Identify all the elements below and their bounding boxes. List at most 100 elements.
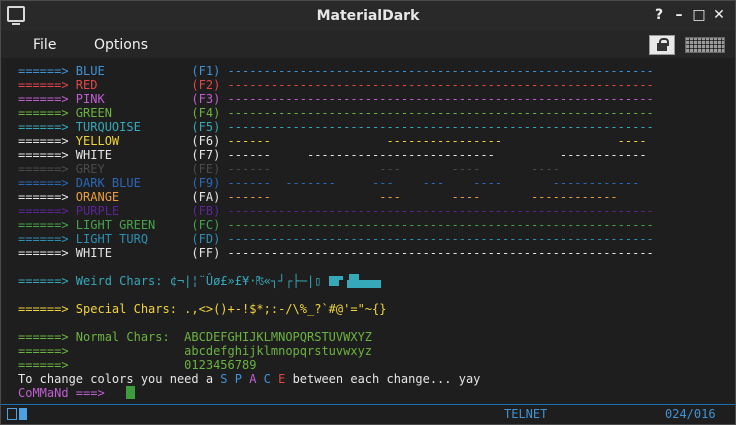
terminal-line: ======> DARK BLUE (F9) ------ ------- --…: [18, 176, 639, 190]
terminal-text: ======>: [18, 148, 76, 162]
terminal-line: ======> abcdefghijklmnopqrstuvwxyz: [18, 344, 372, 358]
block-graphics: [328, 274, 381, 291]
terminal-text: PINK: [75, 92, 192, 106]
terminal-window: MaterialDark ? – □ ✕ File Options ======…: [0, 0, 736, 425]
terminal-line: ======> TURQUOISE (F5) -----------------…: [18, 120, 654, 134]
terminal-text: ======>: [18, 190, 76, 204]
text-cursor: [126, 386, 136, 399]
terminal-line: ======> PURPLE (FB) --------------------…: [18, 204, 654, 218]
status-bar: TELNET 024/016: [1, 404, 735, 424]
terminal-text: Weird Chars:: [75, 274, 170, 288]
minimize-button[interactable]: –: [671, 7, 687, 23]
terminal-line: ======> Normal Chars: ABCDEFGHIJKLMNOPQR…: [18, 330, 372, 344]
terminal-text: DARK BLUE: [75, 176, 192, 190]
maximize-button[interactable]: □: [691, 7, 707, 23]
terminal-text: ----------------------------------------…: [227, 120, 654, 134]
terminal-text: Special Chars:: [75, 302, 185, 316]
terminal-text: ======>: [18, 204, 76, 218]
terminal-text: ------ --- ---- ----: [227, 162, 647, 176]
terminal-line: ======> GREY (FE) ------ --- ---- ----: [18, 162, 647, 176]
terminal-text: ----------------------------------------…: [227, 106, 654, 120]
lock-icon[interactable]: [649, 35, 675, 55]
terminal-line: To change colors you need a S P A C E be…: [18, 372, 480, 386]
terminal-line: ======> ORANGE (FA) ------ --- ---- ----…: [18, 190, 618, 204]
terminal-line: ======> BLUE (F1) ----------------------…: [18, 64, 654, 78]
terminal-text: ======>: [18, 274, 76, 288]
terminal-text: ORANGE: [75, 190, 192, 204]
terminal-text: (FF): [191, 246, 228, 260]
title-bar[interactable]: MaterialDark ? – □ ✕: [1, 1, 735, 31]
terminal-line: ======> RED (F2) -----------------------…: [18, 78, 654, 92]
terminal-text: (FB): [191, 204, 228, 218]
terminal-line: ======> 0123456789: [18, 358, 256, 372]
terminal-text: (FC): [191, 218, 228, 232]
terminal-text: C: [263, 372, 279, 386]
terminal-text: ----------------------------------------…: [227, 232, 654, 246]
terminal-text: YELLOW: [75, 134, 192, 148]
close-button[interactable]: ✕: [711, 7, 727, 23]
terminal-text: ----------------------------------------…: [227, 78, 654, 92]
terminal-text: (F1): [191, 64, 228, 78]
terminal-text: RED: [75, 78, 192, 92]
terminal-text: E: [278, 372, 293, 386]
terminal-text: between each change... yay: [292, 372, 481, 386]
terminal-text: ======>: [18, 330, 76, 344]
terminal-text: A: [249, 372, 264, 386]
terminal-line: ======> YELLOW (F6) ------ -------------…: [18, 134, 647, 148]
terminal-text: ¢¬|¦¨Ûø£»£¥·₧«┐┘┌├─|▯: [169, 274, 322, 288]
terminal-text: ======>: [18, 232, 76, 246]
terminal-text: (F2): [191, 78, 228, 92]
terminal-text: ======>: [18, 92, 76, 106]
terminal-text: To change colors you need a: [18, 372, 221, 386]
terminal-text: CoMMaNd ===>: [18, 386, 112, 400]
terminal-text: P: [234, 372, 250, 386]
menu-file[interactable]: File: [33, 37, 56, 53]
terminal-line: ======> PINK (F3) ----------------------…: [18, 92, 654, 106]
terminal-text: ------ ------- --- --- ---- ------------: [227, 176, 640, 190]
terminal-text: ------ -------------------------- ------…: [227, 148, 647, 162]
terminal-text: abcdefghijklmnopqrstuvwxyz: [184, 344, 373, 358]
connection-mode: TELNET: [504, 407, 548, 421]
terminal-text: ----------------------------------------…: [227, 204, 654, 218]
help-button[interactable]: ?: [651, 7, 667, 23]
terminal-text: .,<>()+-!$*;:-/\%_?`#@'="~{}: [184, 302, 387, 316]
terminal-text: ======>: [18, 358, 185, 372]
terminal-text: ======>: [18, 106, 76, 120]
menu-options[interactable]: Options: [94, 37, 148, 53]
terminal-text: ======>: [18, 176, 76, 190]
terminal-text: (F9): [191, 176, 228, 190]
terminal-text: (FA): [191, 190, 228, 204]
terminal-text: (F4): [191, 106, 228, 120]
terminal-text: GREY: [75, 162, 192, 176]
terminal-text: (F3): [191, 92, 228, 106]
terminal-line: ======> Weird Chars: ¢¬|¦¨Ûø£»£¥·₧«┐┘┌├─…: [18, 274, 381, 288]
terminal-line: CoMMaNd ===>: [18, 386, 136, 400]
terminal-text: ------ --- ---- ------------: [227, 190, 618, 204]
terminal-line: ======> GREEN (F4) ---------------------…: [18, 106, 654, 120]
terminal-text: (F6): [191, 134, 228, 148]
terminal-text: 0123456789: [184, 358, 257, 372]
terminal-text: BLUE: [75, 64, 192, 78]
terminal-screen[interactable]: ======> BLUE (F1) ----------------------…: [6, 58, 730, 404]
terminal-text: PURPLE: [75, 204, 192, 218]
terminal-text: ======>: [18, 344, 185, 358]
keyboard-icon[interactable]: [685, 37, 725, 53]
menu-bar: File Options: [1, 31, 735, 58]
terminal-text: TURQUOISE: [75, 120, 192, 134]
terminal-text: (FE): [191, 162, 228, 176]
window-title: MaterialDark: [316, 8, 420, 24]
terminal-line: ======> WHITE (FF) ---------------------…: [18, 246, 654, 260]
terminal-text: (F7): [191, 148, 228, 162]
terminal-text: LIGHT GREEN: [75, 218, 192, 232]
lock-status-icon: [7, 408, 17, 420]
terminal-text: (F5): [191, 120, 228, 134]
terminal-text: Normal Chars:: [75, 330, 185, 344]
terminal-line: ======> LIGHT TURQ (FD) ----------------…: [18, 232, 654, 246]
terminal-text: ======>: [18, 134, 76, 148]
cursor-indicator-icon: [19, 408, 27, 420]
terminal-text: WHITE: [75, 148, 192, 162]
terminal-text: GREEN: [75, 106, 192, 120]
terminal-text: ======>: [18, 78, 76, 92]
terminal-text: ------ ---------------- ----: [227, 134, 647, 148]
terminal-text: LIGHT TURQ: [75, 232, 192, 246]
